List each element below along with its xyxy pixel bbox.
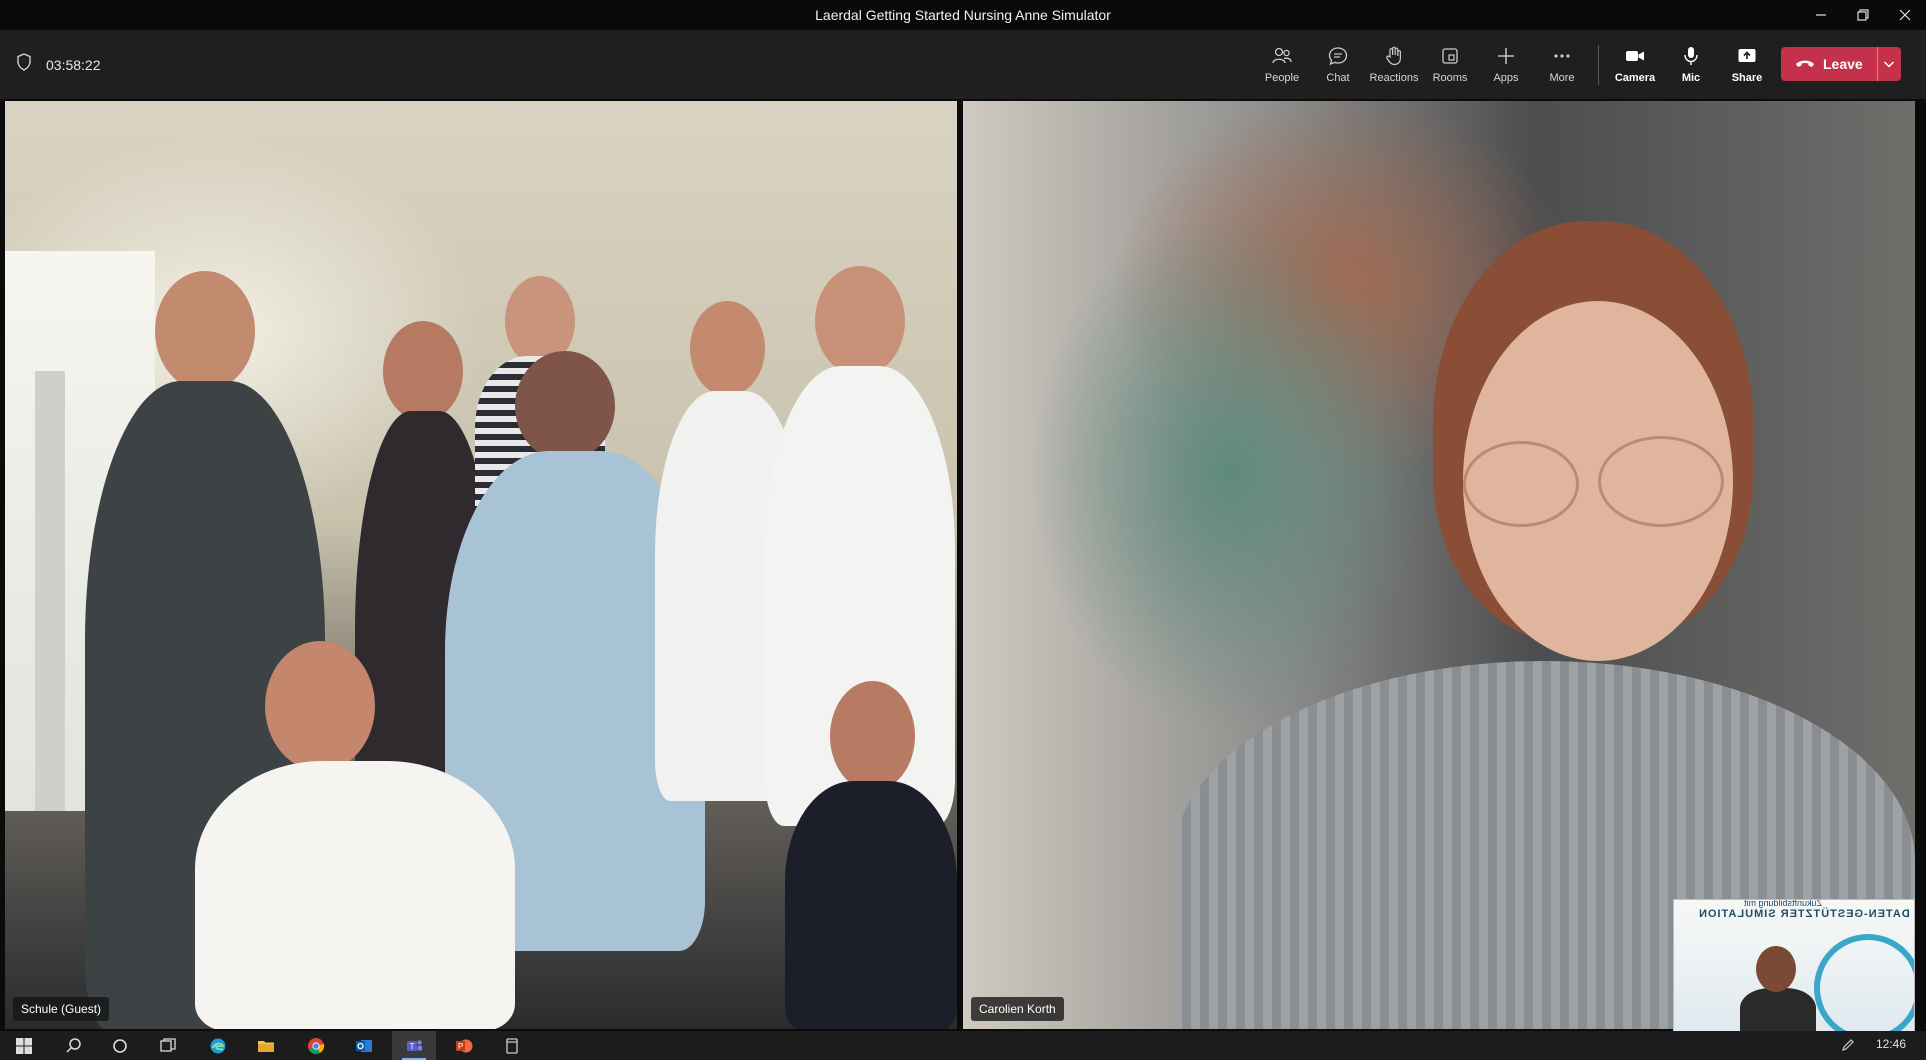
reactions-label: Reactions [1369, 72, 1419, 84]
search-icon [66, 1037, 81, 1053]
window-frame [35, 371, 65, 811]
participant-figure [195, 641, 515, 1029]
people-label: People [1264, 72, 1300, 84]
window-title: Laerdal Getting Started Nursing Anne Sim… [815, 7, 1111, 23]
taskbar-clock[interactable]: 12:46 [1876, 1037, 1906, 1051]
participant-video-tile[interactable]: Carolien Korth [963, 101, 1915, 1029]
mic-label: Mic [1681, 72, 1701, 84]
chat-button[interactable]: Chat [1310, 30, 1366, 99]
self-view-figure [1740, 988, 1816, 1031]
cortana-button[interactable] [98, 1031, 142, 1060]
leave-button[interactable]: Leave [1781, 47, 1877, 81]
plus-icon [1498, 48, 1514, 64]
window-controls [1800, 0, 1926, 30]
restore-button[interactable] [1842, 0, 1884, 30]
leave-options-button[interactable] [1878, 59, 1901, 69]
camera-icon [1626, 51, 1644, 61]
task-view-button[interactable] [146, 1031, 190, 1060]
minimize-icon [1816, 14, 1826, 16]
powerpoint-button[interactable]: P [442, 1031, 486, 1060]
shared-slide-title: DATEN-GESTÜTZTER SIMULATION [1698, 908, 1910, 920]
minimize-button[interactable] [1800, 0, 1842, 30]
share-screen-icon [1738, 49, 1756, 62]
shield-icon [16, 53, 32, 76]
edge-button[interactable] [196, 1031, 240, 1060]
chrome-icon [308, 1037, 325, 1054]
share-label: Share [1731, 72, 1763, 84]
edge-icon [210, 1038, 226, 1053]
restore-icon [1857, 9, 1869, 21]
video-stage: Schule (Guest) Carolien Korth [0, 99, 1926, 1031]
teams-button[interactable]: T [392, 1031, 436, 1060]
people-icon [1272, 47, 1292, 64]
rooms-label: Rooms [1432, 72, 1468, 84]
elapsed-time: 03:58:22 [46, 56, 101, 73]
participant-name-label: Schule (Guest) [13, 997, 110, 1021]
windows-start-icon [16, 1037, 32, 1054]
participant-figure [785, 681, 957, 1029]
pen-icon[interactable] [1840, 1037, 1856, 1053]
file-explorer-icon [258, 1040, 274, 1052]
svg-text:T: T [410, 1042, 415, 1051]
close-window-button[interactable] [1884, 0, 1926, 30]
apps-button[interactable]: Apps [1478, 30, 1534, 99]
app-button[interactable] [490, 1031, 534, 1060]
more-button[interactable]: More [1534, 30, 1590, 99]
raise-hand-icon [1386, 46, 1401, 66]
rooms-icon [1442, 48, 1458, 64]
meeting-toolbar: 03:58:22 People Chat Reactions Rooms App… [0, 30, 1926, 99]
powerpoint-icon: P [456, 1039, 473, 1052]
chat-icon [1328, 47, 1348, 66]
apps-label: Apps [1493, 72, 1519, 84]
start-button[interactable] [2, 1031, 46, 1060]
leave-label: Leave [1823, 56, 1863, 72]
window-title-bar: Laerdal Getting Started Nursing Anne Sim… [0, 0, 1926, 30]
meeting-timer: 03:58:22 [16, 30, 101, 99]
shared-slide-subtitle: Zukunftsbildung mit [1744, 899, 1823, 908]
task-view-icon [160, 1037, 176, 1052]
leave-button-group: Leave [1781, 47, 1901, 81]
file-explorer-button[interactable] [244, 1031, 288, 1060]
participant-name-label: Carolien Korth [971, 997, 1064, 1021]
more-label: More [1549, 72, 1575, 84]
more-icon [1554, 54, 1570, 58]
slide-diagram-ring [1814, 934, 1914, 1031]
share-button[interactable]: Share [1719, 30, 1775, 99]
outlook-button[interactable] [342, 1031, 386, 1060]
participant-video-tile[interactable]: Schule (Guest) [5, 101, 957, 1029]
reactions-button[interactable]: Reactions [1366, 30, 1422, 99]
chat-label: Chat [1326, 72, 1350, 84]
chevron-down-icon [1884, 61, 1895, 68]
meeting-tools: People Chat Reactions Rooms Apps More Ca… [1254, 30, 1775, 99]
chrome-button[interactable] [294, 1031, 338, 1060]
svg-text:P: P [458, 1042, 463, 1051]
mic-button[interactable]: Mic [1663, 30, 1719, 99]
taskbar-search-button[interactable] [52, 1031, 96, 1060]
cortana-icon [113, 1038, 127, 1053]
close-icon [1899, 9, 1911, 21]
app-icon [506, 1037, 518, 1054]
self-view-thumbnail[interactable]: Zukunftsbildung mit DATEN-GESTÜTZTER SIM… [1673, 899, 1915, 1032]
toolbar-divider [1598, 44, 1599, 85]
teams-icon: T [407, 1039, 422, 1051]
glasses-left-lens [1463, 441, 1579, 527]
self-view-face [1756, 946, 1796, 992]
windows-taskbar: T P 12:46 [0, 1031, 1926, 1060]
people-button[interactable]: People [1254, 30, 1310, 99]
camera-label: Camera [1614, 72, 1656, 84]
phone-hangup-icon [1796, 60, 1814, 67]
rooms-button[interactable]: Rooms [1422, 30, 1478, 99]
camera-button[interactable]: Camera [1607, 30, 1663, 99]
glasses-right-lens [1598, 436, 1724, 527]
outlook-icon [356, 1039, 372, 1052]
microphone-icon [1684, 47, 1698, 65]
